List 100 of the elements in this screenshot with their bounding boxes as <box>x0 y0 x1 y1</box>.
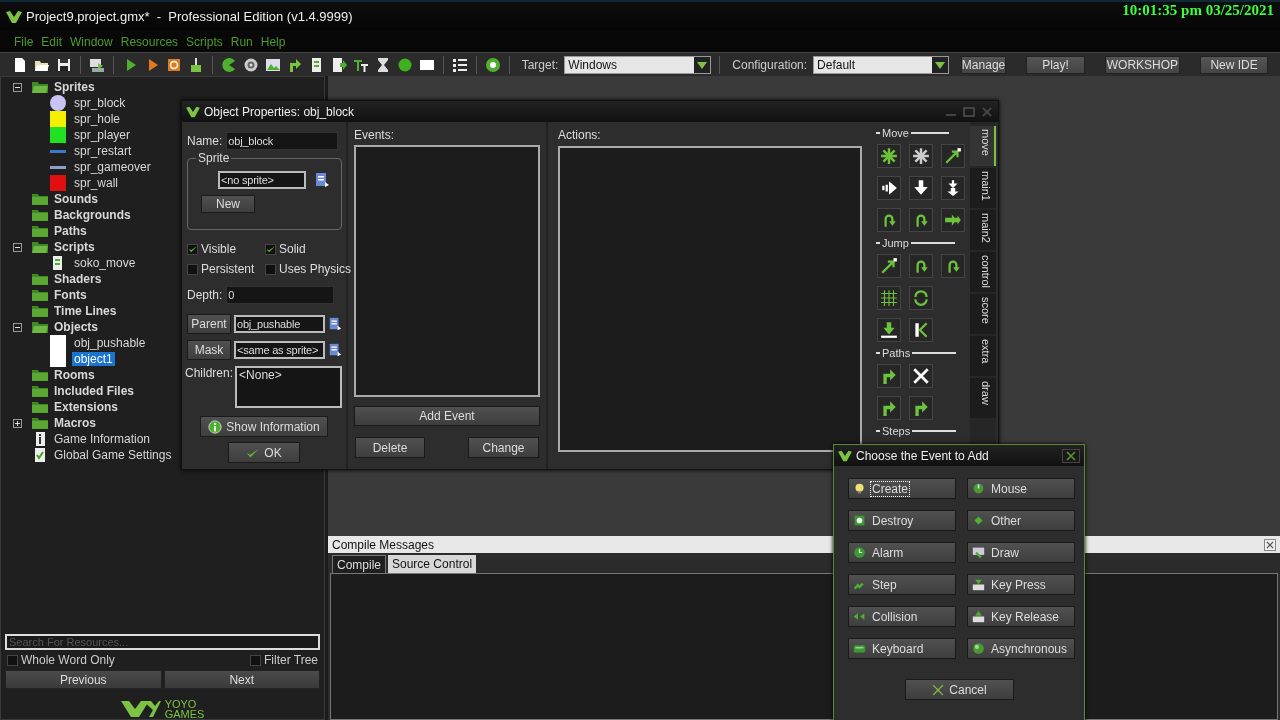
sprite-field[interactable]: <no sprite> <box>218 171 306 189</box>
event-button[interactable]: Keyboard <box>848 638 956 659</box>
checkbox[interactable] <box>7 654 18 666</box>
collapse-icon[interactable] <box>13 242 22 252</box>
toolbar-button[interactable]: Play! <box>1026 55 1085 74</box>
menu-item[interactable]: Help <box>256 34 290 49</box>
action-button[interactable] <box>877 254 901 278</box>
menu-item[interactable]: Scripts <box>182 34 227 49</box>
action-button[interactable] <box>941 208 965 232</box>
resource-item[interactable]: Macros <box>52 416 99 430</box>
action-button[interactable] <box>909 254 933 278</box>
name-field[interactable]: obj_block <box>226 132 339 150</box>
resource-item[interactable]: Global Game Settings <box>52 448 174 462</box>
menu-item[interactable]: File <box>10 34 38 49</box>
resource-item[interactable]: Game Information <box>52 432 153 446</box>
action-button[interactable] <box>941 144 965 168</box>
close-icon[interactable] <box>1062 448 1080 463</box>
event-button[interactable]: Alarm <box>848 542 956 563</box>
action-button[interactable] <box>909 286 933 310</box>
menu-item[interactable]: Edit <box>37 34 67 49</box>
resource-item[interactable]: Sounds <box>52 192 100 206</box>
action-button[interactable] <box>877 208 901 232</box>
action-button[interactable] <box>941 176 965 200</box>
palette-tab[interactable]: extra <box>970 336 996 376</box>
resource-item[interactable]: Extensions <box>52 400 121 414</box>
action-button[interactable] <box>909 364 933 388</box>
resource-item[interactable]: Objects <box>52 320 100 334</box>
palette-tab[interactable]: score <box>970 294 996 334</box>
menu-item[interactable]: Window <box>66 34 117 49</box>
resource-item[interactable]: Shaders <box>52 272 104 286</box>
toolbar-button[interactable]: WORKSHOP <box>1104 55 1181 74</box>
action-button[interactable] <box>877 286 901 310</box>
target-dropdown[interactable]: Windows <box>564 55 712 74</box>
nav-button[interactable]: Previous <box>5 670 162 689</box>
mask-field[interactable]: <same as sprite> <box>234 341 325 359</box>
depth-field[interactable]: 0 <box>226 286 335 304</box>
event-button[interactable]: Step <box>848 574 956 595</box>
event-button[interactable]: Destroy <box>848 510 956 531</box>
close-icon[interactable] <box>1264 538 1276 551</box>
action-button[interactable] <box>909 176 933 200</box>
action-button[interactable] <box>941 254 965 278</box>
resource-item[interactable]: Paths <box>52 224 89 238</box>
menu-item[interactable]: Resources <box>116 34 183 49</box>
show-information-button[interactable]: Show Information <box>200 416 328 437</box>
add-event-button[interactable]: Add Event <box>354 406 540 426</box>
search-field[interactable]: Search For Resources... <box>5 634 320 650</box>
resource-item[interactable]: obj_pushable <box>72 336 148 350</box>
resource-item[interactable]: spr_wall <box>72 176 120 190</box>
cancel-button[interactable]: Cancel <box>904 679 1014 700</box>
event-button[interactable]: Draw <box>967 542 1075 563</box>
action-button[interactable] <box>877 396 901 420</box>
palette-tab[interactable]: draw <box>970 378 996 418</box>
change-button[interactable]: Change <box>468 437 539 458</box>
resource-item[interactable]: Time Lines <box>52 304 119 318</box>
resource-item[interactable]: Scripts <box>52 240 97 254</box>
checkbox[interactable] <box>265 243 276 255</box>
event-button[interactable]: Create <box>848 478 956 499</box>
resource-item[interactable]: Sprites <box>52 80 97 94</box>
event-button[interactable]: Key Release <box>967 606 1075 627</box>
resource-item[interactable]: Backgrounds <box>52 208 133 222</box>
ok-button[interactable]: OK <box>228 442 300 463</box>
resource-item[interactable]: soko_move <box>72 256 138 270</box>
event-button[interactable]: Asynchronous <box>967 638 1075 659</box>
checkbox[interactable] <box>187 243 198 255</box>
resource-item[interactable]: Fonts <box>52 288 89 302</box>
resource-item[interactable]: spr_player <box>72 128 133 142</box>
event-button[interactable]: Key Press <box>967 574 1075 595</box>
panel-tab[interactable]: Source Control <box>388 555 477 573</box>
event-button[interactable]: Mouse <box>967 478 1075 499</box>
resource-item[interactable]: spr_block <box>72 96 128 110</box>
expand-icon[interactable] <box>13 418 22 428</box>
palette-tab[interactable]: main2 <box>970 210 996 250</box>
resource-item[interactable]: spr_hole <box>72 112 123 126</box>
palette-tab[interactable]: main1 <box>970 168 996 208</box>
resource-item[interactable]: Included Files <box>52 384 136 398</box>
action-button[interactable] <box>909 396 933 420</box>
action-button[interactable] <box>877 176 901 200</box>
resource-item[interactable]: object1 <box>72 352 115 366</box>
palette-tab[interactable]: control <box>970 252 996 292</box>
new-button[interactable]: New <box>201 195 255 213</box>
parent-field[interactable]: obj_pushable <box>234 315 325 333</box>
resource-item[interactable]: Rooms <box>52 368 97 382</box>
palette-tab[interactable]: move <box>970 126 996 166</box>
nav-button[interactable]: Next <box>163 670 320 689</box>
checkbox[interactable] <box>265 263 276 275</box>
delete-button[interactable]: Delete <box>355 437 425 458</box>
action-button[interactable] <box>877 144 901 168</box>
configuration-dropdown[interactable]: Default <box>813 55 949 74</box>
resource-item[interactable]: spr_gameover <box>72 160 153 174</box>
checkbox[interactable] <box>250 654 261 666</box>
parent-button[interactable]: Parent <box>187 314 231 334</box>
collapse-icon[interactable] <box>13 82 22 92</box>
toolbar-button[interactable]: Manage <box>960 55 1007 74</box>
action-button[interactable] <box>909 318 933 342</box>
checkbox[interactable] <box>187 263 198 275</box>
mask-button[interactable]: Mask <box>187 340 231 360</box>
menu-item[interactable]: Run <box>226 34 257 49</box>
event-button[interactable]: Other <box>967 510 1075 531</box>
event-button[interactable]: Collision <box>848 606 956 627</box>
resource-item[interactable]: spr_restart <box>72 144 134 158</box>
